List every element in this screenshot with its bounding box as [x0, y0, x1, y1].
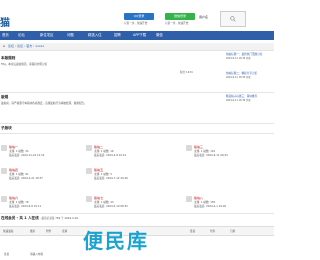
forum-date: 最后发表: 2024-4-21 18:37 [9, 177, 43, 180]
divider [0, 213, 274, 214]
user-menu[interactable]: 用户名 [199, 15, 208, 19]
nav-app[interactable]: APP下载 [133, 31, 146, 40]
divider [0, 123, 274, 124]
nav-featured[interactable]: 精选入住 [88, 31, 102, 40]
search-icon[interactable] [230, 16, 236, 22]
wechat-login-button[interactable]: 微信登录 [165, 13, 195, 20]
toolbar-item[interactable]: 代码 [210, 229, 215, 233]
breadcrumb: ⌂ 论坛 › 论坛 › 官方 › xxxxx [0, 43, 274, 51]
qq-login-subtitle: 只需一步，快速开始 [124, 22, 148, 25]
forum-icon [1, 145, 7, 151]
online-bar: 在线会员 - 共 1 人在线 - 最高记录是 769 于 2024-4-16. [1, 216, 79, 221]
forum-icon [86, 145, 92, 151]
announce-right: 积分 1234 [180, 71, 193, 74]
forum-icon [186, 145, 192, 151]
qq-login-button[interactable]: QQ登录 [124, 13, 154, 20]
divider [0, 92, 274, 93]
bottom-label: 注意 [4, 253, 10, 256]
nav-forum[interactable]: 论坛 [18, 31, 25, 40]
forum-icon [86, 196, 92, 202]
hot-post-meta: 2024-6-11 16:30 作者 [226, 76, 251, 79]
forum-icon [186, 196, 192, 202]
nav-questions[interactable]: 问题 [67, 31, 74, 40]
watermark-text: 便民库 [83, 231, 149, 253]
hot-post[interactable]: 热帖标题一：最新热门话题讨论 2024-6-11 16:30 作者 [226, 53, 274, 60]
rules-title: 版规 [1, 95, 9, 99]
bottom-placeholder[interactable]: 请输入内容 [30, 252, 43, 256]
forum-date: 最后发表: 2024-4-8 10:21 [94, 154, 127, 157]
nav-home[interactable]: 首页 [2, 31, 9, 40]
forum-icon [1, 168, 7, 174]
forum-date: 最后发表: 2024-5-19 08:32 [94, 205, 128, 208]
breadcrumb-path[interactable]: 论坛 › 论坛 › 官方 › xxxxx [8, 43, 44, 50]
announce-body: Fitg，本论坛发帖规范，请保持文明讨论 [1, 63, 48, 66]
search-box[interactable] [220, 11, 246, 27]
online-stats: - 最高记录是 769 于 2024-4-16. [39, 217, 79, 220]
main-nav: 首页 论坛 新住宅区 问题 精选入住 招聘 APP下载 微信 [0, 31, 274, 40]
forum-icon [86, 168, 92, 174]
toolbar-item[interactable]: 表情 [62, 229, 67, 233]
wechat-login-subtitle: 只需一步，快速开始 [165, 22, 189, 25]
toolbar-item[interactable]: 图片 [30, 229, 35, 233]
nav-wechat[interactable]: 微信 [156, 31, 163, 40]
hot-post-meta: 2024-6-11 16:30 作者 [226, 57, 251, 60]
toolbar-item[interactable]: 引用 [230, 229, 235, 233]
hot-post-meta: 2024-6-11 16:30 作者 [226, 99, 251, 102]
online-title: 在线会员 - 共 1 人在线 [1, 216, 39, 220]
subforum-title: 子版块 [1, 126, 12, 130]
toolbar-item[interactable]: 附件 [46, 229, 51, 233]
site-logo[interactable]: 猫 [0, 14, 10, 29]
hot-post[interactable]: 精选帖子标题三：版块推荐 2024-6-11 16:30 作者 [226, 95, 274, 102]
forum-date: 最后发表: 2024-4-1 16:20 [194, 205, 227, 208]
nav-new-area[interactable]: 新住宅区 [40, 31, 54, 40]
forum-date: 最后发表: 2024-11-22 12:14 [9, 154, 45, 157]
home-icon[interactable]: ⌂ [3, 43, 5, 50]
toolbar-item[interactable]: 链接 [190, 229, 195, 233]
forum-date: 最后发表: 2024-6-8 10:11 [9, 205, 42, 208]
divider [0, 133, 274, 134]
forum-date: 最后发表: 2024-7-12 20:40 [94, 177, 128, 180]
hot-post[interactable]: 热帖标题二：精彩分享讨论 2024-6-11 16:30 作者 [226, 72, 274, 79]
toolbar-item[interactable]: 快速发帖 [3, 229, 13, 233]
nav-jobs[interactable]: 招聘 [114, 31, 121, 40]
forum-date: 最后发表: 2024-6-11 09:43 [194, 154, 228, 157]
announce-title: 本版规则 [1, 56, 16, 60]
forum-icon [1, 196, 7, 202]
rules-body: 发帖前，请严格遵守本版块各项规定，违规发帖行为将被处理，谢谢配合。 [1, 102, 87, 105]
